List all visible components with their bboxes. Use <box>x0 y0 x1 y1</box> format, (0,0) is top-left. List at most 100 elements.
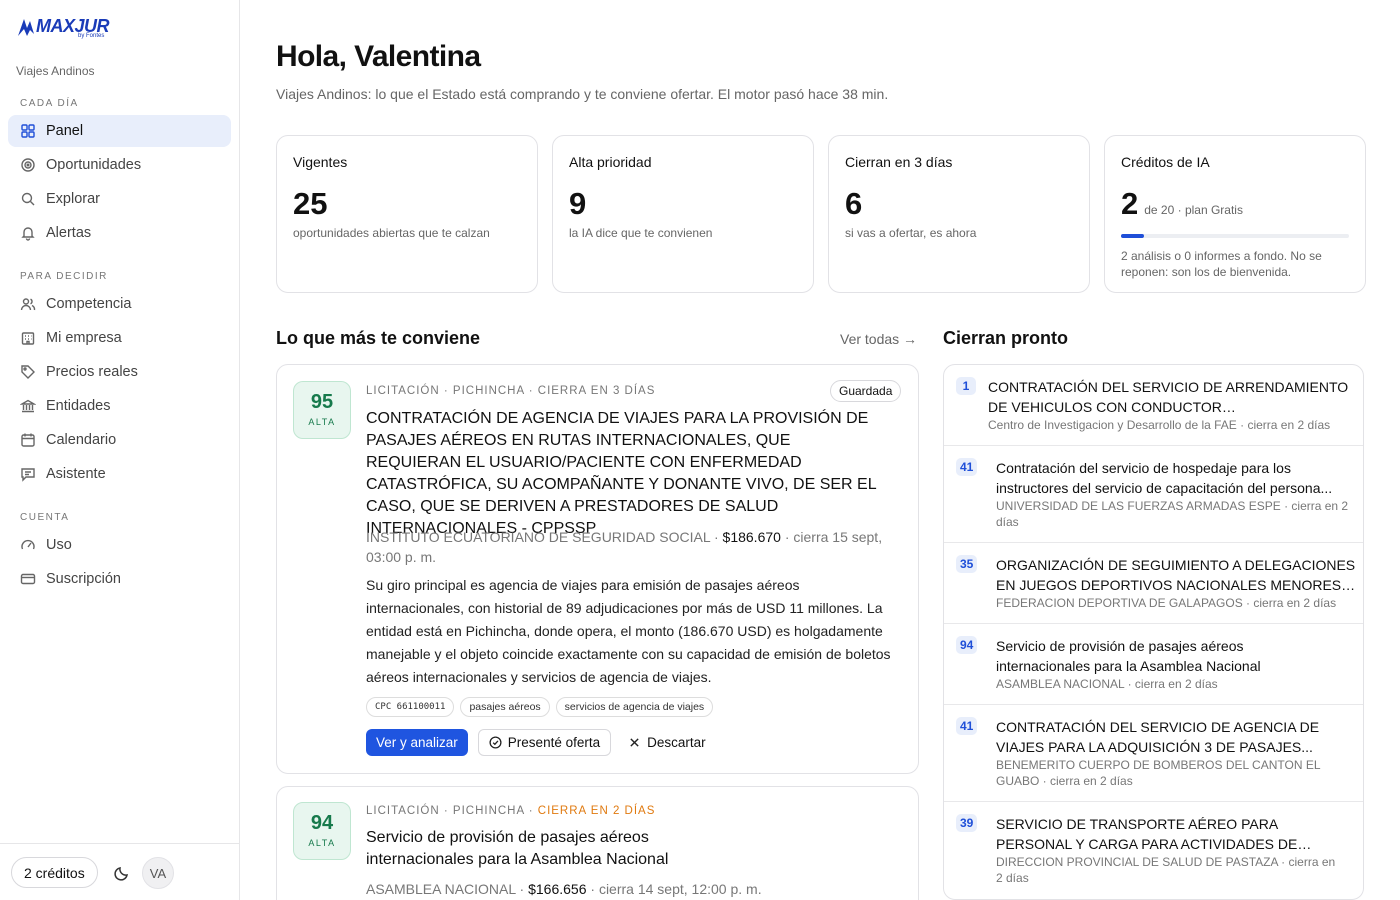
card-meta: LICITACIÓN · PICHINCHA · CIERRA EN 2 DÍA… <box>366 805 655 817</box>
stat-label: Créditos de IA <box>1121 154 1210 170</box>
list-item[interactable]: 94 Servicio de provisión de pasajes aére… <box>944 624 1363 705</box>
check-circle-icon <box>489 736 502 749</box>
card-entity-name: ASAMBLEA NACIONAL · <box>366 881 525 897</box>
discard-button[interactable]: Descartar <box>621 729 714 756</box>
sidebar-item-uso[interactable]: Uso <box>8 529 231 561</box>
stat-desc: 2 análisis o 0 informes a fondo. No se r… <box>1121 249 1322 279</box>
card-entity-name: INSTITUTO ECUATORIANO DE SEGURIDAD SOCIA… <box>366 529 719 545</box>
card-close-date: · cierra 14 sept, 12:00 p. m. <box>590 881 762 897</box>
offered-label: Presenté oferta <box>507 735 601 750</box>
card-entity: INSTITUTO ECUATORIANO DE SEGURIDAD SOCIA… <box>366 527 886 567</box>
sidebar-item-asistente[interactable]: Asistente <box>8 458 231 490</box>
list-item[interactable]: 1 CONTRATACIÓN DEL SERVICIO DE ARRENDAMI… <box>944 365 1363 446</box>
sidebar-item-label: Mi empresa <box>46 330 122 346</box>
card-meta: LICITACIÓN · PICHINCHA · CIERRA EN 3 DÍA… <box>366 385 655 397</box>
avatar[interactable]: VA <box>142 857 174 889</box>
list-item-title: CONTRATACIÓN DEL SERVICIO DE AGENCIA DE … <box>996 719 1320 755</box>
page-title: Hola, Valentina <box>276 40 481 73</box>
card-meta-close: CIERRA EN 3 DÍAS <box>537 385 656 397</box>
tag[interactable]: pasajes aéreos <box>460 697 550 717</box>
close-icon <box>630 738 639 747</box>
message-icon <box>20 466 36 482</box>
list-item-sub: FEDERACION DEPORTIVA DE GALAPAGOS · cier… <box>996 596 1337 610</box>
stat-label: Alta prioridad <box>569 154 652 170</box>
card-amount: $166.656 <box>528 881 587 897</box>
card-actions: Ver y analizar Presenté oferta Descartar <box>366 729 714 756</box>
stat-value: 9 <box>569 186 587 221</box>
card-amount: $186.670 <box>722 529 781 545</box>
sidebar-item-precios-reales[interactable]: Precios reales <box>8 356 231 388</box>
score-value: 94 <box>310 812 334 834</box>
logo-byline: by Fontes <box>78 33 105 39</box>
list-item-title: Contratación del servicio de hospedaje p… <box>996 460 1333 496</box>
stat-value: 6 <box>845 186 863 221</box>
sidebar-item-competencia[interactable]: Competencia <box>8 288 231 320</box>
opportunity-card[interactable]: 95 ALTA LICITACIÓN · PICHINCHA · CIERRA … <box>276 364 919 774</box>
sidebar-item-label: Entidades <box>46 398 111 414</box>
rank-badge: 41 <box>956 717 978 735</box>
list-item[interactable]: 39 SERVICIO DE TRANSPORTE AÉREO PARA PER… <box>944 802 1363 899</box>
list-item-sub: UNIVERSIDAD DE LAS FUERZAS ARMADAS ESPE … <box>996 499 1349 529</box>
sidebar-item-label: Calendario <box>46 432 117 448</box>
org-name: Viajes Andinos <box>16 64 95 78</box>
list-item[interactable]: 41 CONTRATACIÓN DEL SERVICIO DE AGENCIA … <box>944 705 1363 802</box>
main-content: Hola, Valentina Viajes Andinos: lo que e… <box>240 0 1400 900</box>
score-badge: 95 ALTA <box>293 381 351 439</box>
sidebar-item-panel[interactable]: Panel <box>8 115 231 147</box>
offered-button[interactable]: Presenté oferta <box>477 729 612 756</box>
card-title[interactable]: Servicio de provisión de pasajes aéreos … <box>366 827 706 871</box>
list-item-title: SERVICIO DE TRANSPORTE AÉREO PARA PERSON… <box>996 816 1298 852</box>
tag-cpc[interactable]: CPC 661100011 <box>366 697 455 717</box>
list-item-sub: Centro de Investigacion y Desarrollo de … <box>988 418 1331 432</box>
logo[interactable]: MAXJUR by Fontes <box>16 16 110 39</box>
page-subtitle: Viajes Andinos: lo que el Estado está co… <box>276 86 889 102</box>
tag-list: CPC 661100011 pasajes aéreos servicios d… <box>366 697 714 717</box>
sidebar-item-entidades[interactable]: Entidades <box>8 390 231 422</box>
discard-label: Descartar <box>647 735 706 750</box>
list-item-title: CONTRATACIÓN DEL SERVICIO DE ARRENDAMIEN… <box>988 379 1349 415</box>
stat-value: 25 <box>293 186 328 221</box>
opportunity-card[interactable]: 94 ALTA LICITACIÓN · PICHINCHA · CIERRA … <box>276 786 919 900</box>
stat-card-cierran[interactable]: Cierran en 3 días 6 si vas a ofertar, es… <box>828 135 1090 293</box>
credits-button[interactable]: 2 créditos <box>11 857 98 888</box>
stat-label: Vigentes <box>293 154 348 170</box>
sidebar-item-mi-empresa[interactable]: Mi empresa <box>8 322 231 354</box>
rank-badge: 39 <box>956 814 978 832</box>
sidebar-item-label: Competencia <box>46 296 132 312</box>
closing-list: 1 CONTRATACIÓN DEL SERVICIO DE ARRENDAMI… <box>943 364 1364 900</box>
list-item[interactable]: 41 Contratación del servicio de hospedaj… <box>944 446 1363 543</box>
users-icon <box>20 296 36 312</box>
stat-card-alta-prioridad[interactable]: Alta prioridad 9 la IA dice que te convi… <box>552 135 814 293</box>
stat-card-vigentes[interactable]: Vigentes 25 oportunidades abiertas que t… <box>276 135 538 293</box>
saved-badge[interactable]: Guardada <box>830 380 902 402</box>
list-item[interactable]: 35 ORGANIZACIÓN DE SEGUIMIENTO A DELEGAC… <box>944 543 1363 624</box>
analyze-button[interactable]: Ver y analizar <box>366 729 468 756</box>
landmark-icon <box>20 398 36 414</box>
sidebar-item-oportunidades[interactable]: Oportunidades <box>8 149 231 181</box>
list-item-sub: DIRECCION PROVINCIAL DE SALUD DE PASTAZA… <box>996 855 1336 885</box>
stat-suffix: de 20 · plan Gratis <box>1144 203 1243 217</box>
section-title-best: Lo que más te conviene <box>276 328 481 348</box>
section-title-closing: Cierran pronto <box>943 328 1069 348</box>
section-title-account: CUENTA <box>20 512 70 523</box>
list-item-sub: BENEMERITO CUERPO DE BOMBEROS DEL CANTON… <box>996 758 1321 788</box>
stat-card-creditos-ia[interactable]: Créditos de IA 2 de 20 · plan Gratis 2 an… <box>1104 135 1366 293</box>
rank-badge: 35 <box>956 555 978 573</box>
see-all-link[interactable]: Ver todas → <box>840 331 917 347</box>
sidebar-item-label: Uso <box>46 537 72 553</box>
rank-badge: 41 <box>956 458 978 476</box>
tag[interactable]: servicios de agencia de viajes <box>555 697 714 717</box>
sidebar-item-suscripcion[interactable]: Suscripción <box>8 563 231 595</box>
section-title-decide: PARA DECIDIR <box>20 271 108 282</box>
stat-desc: oportunidades abiertas que te calzan <box>293 226 490 240</box>
score-badge: 94 ALTA <box>293 802 351 860</box>
moon-icon[interactable] <box>113 864 131 882</box>
list-item-title: Servicio de provisión de pasajes aéreos … <box>996 638 1261 674</box>
sidebar: MAXJUR by Fontes Viajes Andinos CADA DÍA… <box>0 0 240 900</box>
sidebar-item-alertas[interactable]: Alertas <box>8 217 231 249</box>
card-title[interactable]: CONTRATACIÓN DE AGENCIA DE VIAJES PARA L… <box>366 408 886 540</box>
sidebar-item-explorar[interactable]: Explorar <box>8 183 231 215</box>
tag-icon <box>20 364 36 380</box>
card-body: Su giro principal es agencia de viajes p… <box>366 577 891 685</box>
sidebar-item-calendario[interactable]: Calendario <box>8 424 231 456</box>
